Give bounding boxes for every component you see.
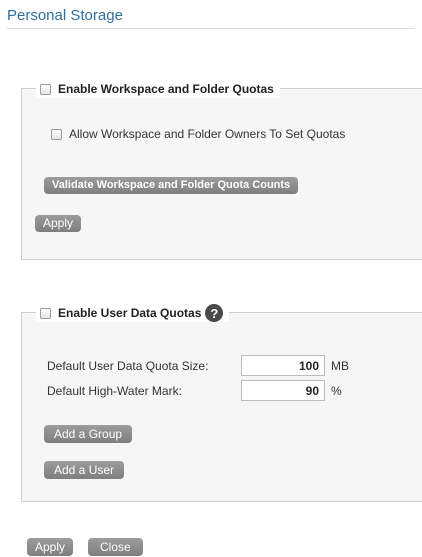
allow-owner-quotas-label: Allow Workspace and Folder Owners To Set… bbox=[69, 127, 346, 141]
close-button[interactable]: Close bbox=[88, 538, 143, 556]
add-user-button[interactable]: Add a User bbox=[44, 461, 125, 479]
apply-button[interactable]: Apply bbox=[27, 538, 74, 556]
user-quotas-legend: Enable User Data Quotas ? bbox=[36, 304, 230, 322]
workspace-quotas-legend: Enable Workspace and Folder Quotas bbox=[36, 80, 280, 98]
validate-quota-counts-button[interactable]: Validate Workspace and Folder Quota Coun… bbox=[44, 177, 299, 194]
enable-workspace-quotas-checkbox[interactable] bbox=[40, 83, 51, 95]
high-water-mark-input[interactable] bbox=[241, 380, 325, 401]
page-title: Personal Storage bbox=[7, 7, 123, 24]
default-quota-size-unit: MB bbox=[331, 359, 349, 373]
help-icon[interactable]: ? bbox=[205, 304, 224, 322]
high-water-mark-unit: % bbox=[331, 384, 342, 398]
default-quota-size-input[interactable] bbox=[241, 355, 325, 376]
allow-owner-quotas-checkbox[interactable] bbox=[51, 128, 62, 140]
enable-workspace-quotas-label: Enable Workspace and Folder Quotas bbox=[58, 82, 274, 96]
title-divider bbox=[7, 28, 415, 29]
owner-quotas-option: Allow Workspace and Folder Owners To Set… bbox=[51, 127, 345, 141]
enable-user-quotas-label: Enable User Data Quotas bbox=[58, 306, 202, 320]
user-quotas-section: Enable User Data Quotas ? Default User D… bbox=[21, 304, 422, 502]
high-water-mark-label: Default High-Water Mark: bbox=[47, 384, 182, 398]
enable-user-quotas-checkbox[interactable] bbox=[40, 307, 51, 319]
workspace-quotas-section: Enable Workspace and Folder Quotas Allow… bbox=[21, 80, 422, 260]
workspace-apply-button[interactable]: Apply bbox=[35, 215, 82, 232]
default-quota-size-label: Default User Data Quota Size: bbox=[47, 359, 209, 373]
add-group-button[interactable]: Add a Group bbox=[44, 425, 133, 443]
